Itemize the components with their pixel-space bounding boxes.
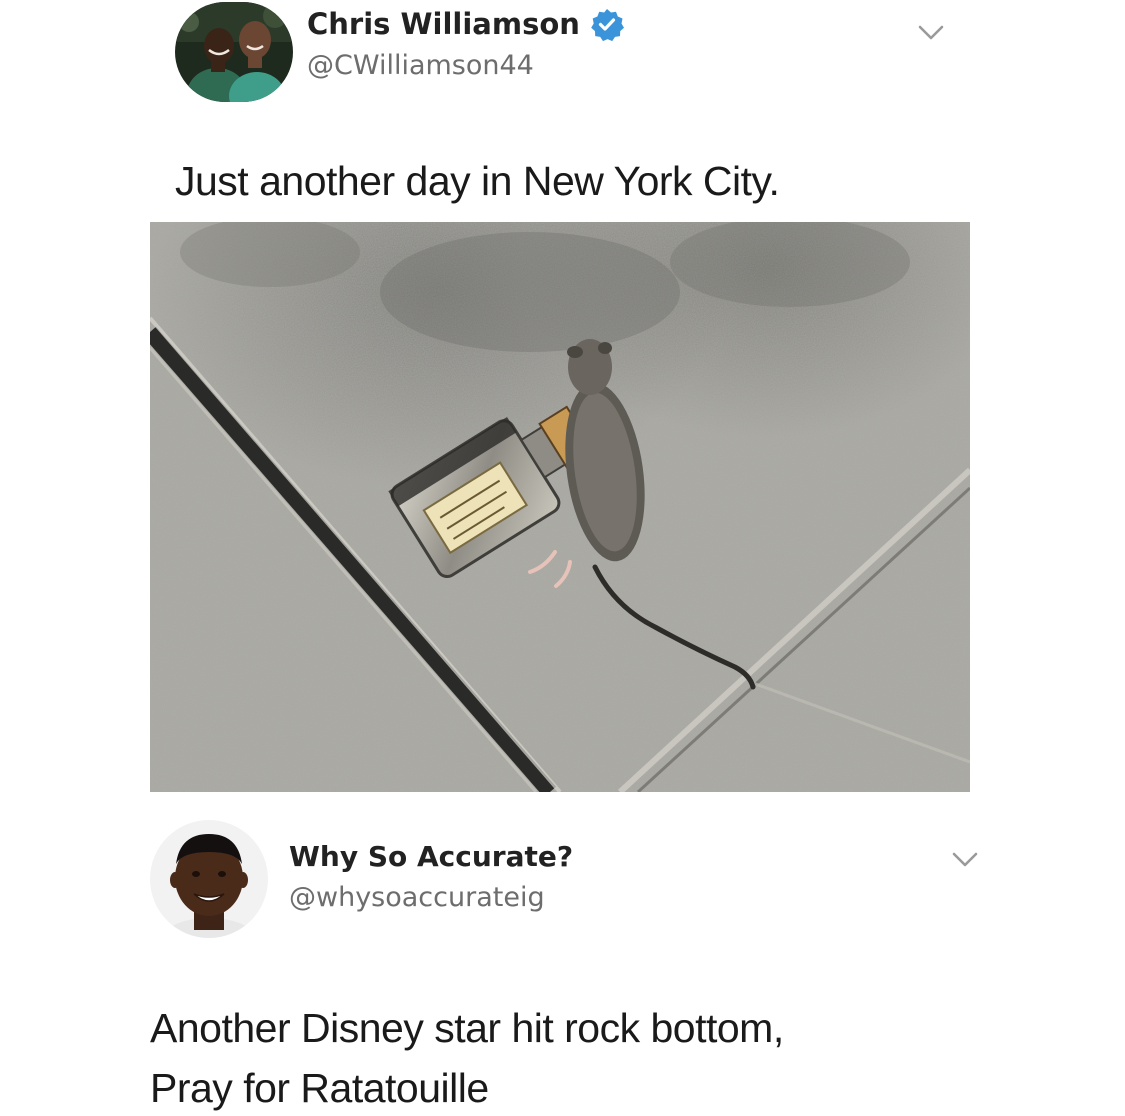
tweet-text-line-2: Pray for Ratatouille xyxy=(150,1065,489,1111)
author-avatar[interactable] xyxy=(175,2,293,102)
author-name[interactable]: Why So Accurate? xyxy=(289,836,573,876)
author-name-row[interactable]: Chris Williamson xyxy=(307,4,624,44)
tweet-photo[interactable] xyxy=(150,222,970,792)
author-avatar[interactable] xyxy=(150,820,268,938)
author-name[interactable]: Chris Williamson xyxy=(307,7,580,41)
tweet-text: Just another day in New York City. xyxy=(175,158,780,204)
verified-badge-icon xyxy=(590,7,624,42)
chevron-down-icon[interactable] xyxy=(950,849,980,871)
tweet-text-line-1: Another Disney star hit rock bottom, xyxy=(150,1005,784,1051)
author-handle[interactable]: @whysoaccurateig xyxy=(289,882,545,913)
author-handle[interactable]: @CWilliamson44 xyxy=(307,50,534,81)
chevron-down-icon[interactable] xyxy=(916,22,946,44)
